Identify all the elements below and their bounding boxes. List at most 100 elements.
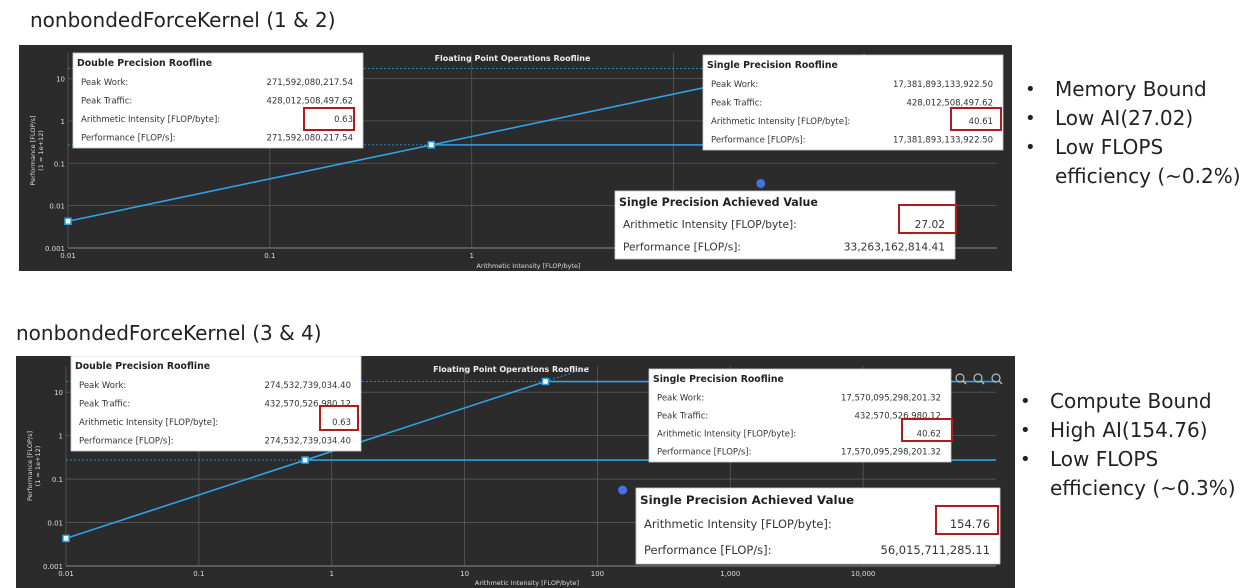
y-axis-sublabel: (1 = 1e+12) <box>34 446 42 487</box>
y-tick-label: 0.1 <box>52 476 63 484</box>
sp-roofline-box: Single Precision Roofline Peak Work: 17,38… <box>702 54 1004 151</box>
achieved-value-box-row-label: Arithmetic Intensity [FLOP/byte]: <box>644 517 832 531</box>
sp-roofline-box-row-value: 17,381,893,133,922.50 <box>893 80 993 90</box>
x-tick-label: 0.01 <box>58 570 74 578</box>
dp-roofline-box-row-label: Peak Work: <box>81 78 128 88</box>
x-tick-label: 0.1 <box>264 252 275 260</box>
sp-roofline-box-row-value: 40.62 <box>917 430 941 440</box>
dp-roofline-box-row-label: Peak Traffic: <box>79 399 130 409</box>
dp-roofline-box-row-label: Arithmetic Intensity [FLOP/byte]: <box>81 115 220 125</box>
y-tick-label: 10 <box>56 76 65 84</box>
x-tick-label: 10 <box>460 570 469 578</box>
y-tick-label: 0.001 <box>43 563 63 571</box>
sp-roofline-box-row-label: Arithmetic Intensity [FLOP/byte]: <box>657 430 796 440</box>
achieved-value-box-row-label: Performance [FLOP/s]: <box>623 240 741 253</box>
section-2-title: nonbondedForceKernel (3 & 4) <box>16 321 322 345</box>
dp-roofline-box-row-label: Performance [FLOP/s]: <box>81 133 176 143</box>
achieved-value-box-row-value: 33,263,162,814.41 <box>844 240 945 253</box>
sp-roofline-box: Single Precision Roofline Peak Work: 17,57… <box>648 368 952 463</box>
bullet-item: Memory Bound <box>1025 75 1241 104</box>
dp-roofline-box-row-value: 0.63 <box>334 115 353 125</box>
dp-roofline-box-row-label: Arithmetic Intensity [FLOP/byte]: <box>79 418 218 428</box>
sp-roofline-box-row-value: 428,012,508,497.62 <box>906 98 993 108</box>
dp-roofline-box: Double Precision Roofline Peak Work: 271,5… <box>72 52 364 149</box>
sp-roofline-box-row-label: Peak Work: <box>711 80 758 90</box>
y-axis-label: Performance [FLOP/s] <box>26 431 34 501</box>
dp-roofline-box-row-value: 432,570,526,980.12 <box>264 399 351 409</box>
sp-roofline-box-row-label: Peak Traffic: <box>711 98 762 108</box>
x-tick-label: 10,000 <box>851 570 876 578</box>
y-axis-sublabel: (1 = 1e+12) <box>37 130 45 171</box>
bullet-item: Low FLOPS <box>1020 445 1236 474</box>
sp-roofline-box-row-label: Performance [FLOP/s]: <box>711 135 806 145</box>
y-axis-label: Performance [FLOP/s] <box>29 115 37 185</box>
sp-roofline-box-title: Single Precision Roofline <box>653 374 784 385</box>
dp-ridge-marker <box>427 141 435 149</box>
bullet-item: High AI(154.76) <box>1020 416 1236 445</box>
y-tick-label: 1 <box>59 433 63 441</box>
achieved-value-box: Single Precision Achieved Value Arithmeti… <box>635 487 1001 565</box>
dp-roofline-box-row-label: Performance [FLOP/s]: <box>79 436 174 446</box>
x-tick-label: 1 <box>329 570 333 578</box>
sp-roofline-box-row-label: Arithmetic Intensity [FLOP/byte]: <box>711 117 850 127</box>
section-1-title: nonbondedForceKernel (1 & 2) <box>30 8 336 32</box>
bullet-item: Compute Bound <box>1020 387 1236 416</box>
x-tick-label: 0.01 <box>60 252 76 260</box>
achieved-point <box>756 178 766 188</box>
bullet-item: Low FLOPS <box>1025 133 1241 162</box>
bullet-continuation: efficiency (~0.3%) <box>1050 476 1236 500</box>
dp-roofline-box-row-value: 274,532,739,034.40 <box>264 436 351 446</box>
sp-roofline-box-row-label: Performance [FLOP/s]: <box>657 448 752 458</box>
sp-ridge-marker <box>541 377 550 386</box>
dp-roofline-box-row-label: Peak Work: <box>79 381 126 391</box>
y-tick-label: 1 <box>61 118 65 126</box>
sp-roofline-box-row-value: 17,381,893,133,922.50 <box>893 135 993 145</box>
achieved-point <box>618 485 628 495</box>
x-tick-label: 100 <box>591 570 604 578</box>
achieved-value-box-row-value: 154.76 <box>950 517 990 531</box>
dp-roofline-box-row-value: 0.63 <box>332 418 351 428</box>
achieved-value-box: Single Precision Achieved Value Arithmeti… <box>614 190 956 260</box>
dp-roofline-box: Double Precision Roofline Peak Work: 274,5… <box>70 356 362 452</box>
section-1-bullets: Memory Bound Low AI(27.02) Low FLOPS eff… <box>1025 75 1241 191</box>
bullet-continuation: efficiency (~0.2%) <box>1055 164 1241 188</box>
roofline-chart-1: 0.010.11100.0010.010.1110Arithmetic Inte… <box>19 45 1012 271</box>
dp-roofline-box-title: Double Precision Roofline <box>77 58 212 69</box>
bullet-item: Low AI(27.02) <box>1025 104 1241 133</box>
x-tick-label: 1 <box>469 252 473 260</box>
dp-ridge-marker <box>301 456 309 464</box>
achieved-value-box-row-label: Performance [FLOP/s]: <box>644 543 772 557</box>
x-axis-label: Arithmetic Intensity [FLOP/byte] <box>475 579 579 587</box>
achieved-value-box-title: Single Precision Achieved Value <box>619 196 818 209</box>
section-2-bullets: Compute Bound High AI(154.76) Low FLOPS … <box>1020 387 1236 503</box>
sp-roofline-box-row-value: 432,570,526,980.12 <box>854 412 941 422</box>
sp-roofline-box-row-label: Peak Work: <box>657 394 704 404</box>
dp-roofline-box-row-value: 428,012,508,497.62 <box>266 96 353 106</box>
y-tick-label: 0.01 <box>47 520 63 528</box>
start-marker <box>62 534 70 543</box>
y-tick-label: 0.1 <box>54 160 65 168</box>
achieved-value-box-row-value: 56,015,711,285.11 <box>881 543 990 557</box>
y-tick-label: 0.001 <box>45 245 65 253</box>
chart-title: Floating Point Operations Roofline <box>433 365 589 374</box>
roofline-chart-2: 0.01 0.1 1 10 100 1,000 10,0000.0010.010.1110A… <box>16 356 1015 588</box>
x-tick-label: 1,000 <box>720 570 740 578</box>
x-axis-label: Arithmetic Intensity [FLOP/byte] <box>476 262 580 270</box>
start-marker <box>64 217 72 225</box>
dp-roofline-box-title: Double Precision Roofline <box>75 361 210 372</box>
achieved-value-box-row-label: Arithmetic Intensity [FLOP/byte]: <box>623 218 797 231</box>
dp-roofline-box-row-value: 274,532,739,034.40 <box>264 381 351 391</box>
y-tick-label: 0.01 <box>49 203 65 211</box>
dp-roofline-box-row-value: 271,592,080,217.54 <box>266 78 353 88</box>
achieved-value-box-row-value: 27.02 <box>915 218 945 231</box>
sp-roofline-box-title: Single Precision Roofline <box>707 60 838 71</box>
y-tick-label: 10 <box>54 389 63 397</box>
sp-roofline-box-row-value: 17,570,095,298,201.32 <box>841 394 941 404</box>
dp-roofline-box-row-label: Peak Traffic: <box>81 96 132 106</box>
sp-roofline-box-row-label: Peak Traffic: <box>657 412 708 422</box>
x-tick-label: 0.1 <box>193 570 204 578</box>
chart-title: Floating Point Operations Roofline <box>435 54 591 63</box>
dp-roofline-box-row-value: 271,592,080,217.54 <box>266 133 353 143</box>
sp-roofline-box-row-value: 40.61 <box>969 117 993 127</box>
achieved-value-box-title: Single Precision Achieved Value <box>640 493 854 507</box>
